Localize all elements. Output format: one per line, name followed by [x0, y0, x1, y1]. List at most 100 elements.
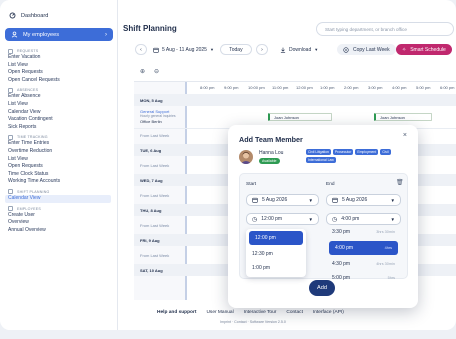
- next-week-button[interactable]: ›: [255, 44, 268, 55]
- footer-link[interactable]: Interactive Tour: [244, 310, 277, 315]
- avatar: [239, 150, 253, 164]
- time-option-duration: 3hrs 30min: [376, 230, 395, 234]
- footer-link[interactable]: User Manual: [206, 310, 233, 315]
- trash-icon[interactable]: 🗑: [396, 179, 404, 186]
- zoom-out-button[interactable]: ⊖: [154, 68, 159, 75]
- sidebar-item[interactable]: Overtime Reduction: [8, 148, 116, 156]
- sidebar-item[interactable]: Calendar View: [5, 194, 111, 203]
- time-option[interactable]: 5:00 pm 5hrs: [326, 271, 401, 285]
- today-button[interactable]: Today: [219, 44, 252, 55]
- time-option[interactable]: 1:00 pm: [246, 261, 306, 275]
- sidebar-item[interactable]: Annual Overview: [8, 227, 116, 235]
- sidebar-item[interactable]: Enter Absence: [8, 93, 116, 101]
- download-icon: [280, 47, 286, 53]
- time-option[interactable]: 3:30 pm 3hrs 30min: [326, 225, 401, 239]
- smart-schedule-button[interactable]: ✧ Smart Schedule: [396, 44, 452, 55]
- footer-link[interactable]: Interface (API): [313, 310, 344, 315]
- section-icon: [8, 48, 13, 54]
- end-label: End: [326, 182, 335, 187]
- download-button[interactable]: Download ▼: [280, 44, 318, 55]
- time-option[interactable]: 4:30 pm 4hrs 30min: [326, 257, 401, 271]
- hour-label: 6:00 pm: [440, 85, 455, 90]
- time-option[interactable]: 12:30 pm: [246, 247, 306, 261]
- copy-from-last-week[interactable]: From Last Week: [140, 133, 169, 138]
- day-label: THU, 8 Aug: [140, 208, 162, 213]
- time-option-duration: 4hrs: [384, 246, 392, 250]
- sidebar-item[interactable]: Create User: [8, 212, 116, 220]
- sidebar-item[interactable]: Working Time Accounts: [8, 178, 116, 186]
- search-input[interactable]: Start typing department, or branch offic…: [316, 22, 454, 36]
- section-icon: [8, 189, 13, 195]
- copy-from-last-week[interactable]: From Last Week: [140, 253, 169, 258]
- start-time-dropdown: 12:00 pm 12:30 pm 1:00 pm 1:30 pm: [246, 229, 306, 277]
- hour-label: 5:00 pm: [416, 85, 431, 90]
- sidebar-item[interactable]: List View: [8, 62, 116, 70]
- sidebar-item-dashboard[interactable]: Dashboard: [9, 12, 48, 19]
- skill-tag: International Law: [306, 157, 336, 163]
- copy-from-last-week[interactable]: From Last Week: [140, 163, 169, 168]
- start-date-value: 5 Aug 2026: [262, 197, 288, 203]
- time-option[interactable]: 4:00 pm 4hrs: [329, 241, 398, 255]
- chevron-down-icon: ▼: [390, 216, 395, 222]
- sidebar-item[interactable]: Sick Reports: [8, 124, 116, 132]
- clock-icon: ◷: [252, 216, 258, 223]
- employee-name: Hanna Lou: [259, 150, 284, 156]
- footer-link[interactable]: Help and support: [157, 310, 196, 315]
- time-option-label: 4:30 pm: [332, 261, 351, 267]
- sidebar-item[interactable]: Open Requests: [8, 163, 116, 171]
- sidebar-item[interactable]: Open Requests: [8, 69, 116, 77]
- sidebar-item[interactable]: List View: [8, 101, 116, 109]
- close-icon[interactable]: ×: [403, 132, 407, 139]
- time-option-label: 12:30 pm: [252, 251, 273, 257]
- sidebar-item[interactable]: Enter Vacation: [8, 54, 116, 62]
- start-time-field[interactable]: ◷ 12:00 pm ▼: [246, 213, 319, 225]
- hour-label: 8:00 pm: [200, 85, 215, 90]
- hour-label: 1:00 pm: [320, 85, 335, 90]
- end-date-field[interactable]: 5 Aug 2026 ▼: [326, 194, 401, 206]
- download-label: Download: [289, 46, 312, 53]
- sidebar-item[interactable]: Calendar View: [8, 109, 116, 117]
- sidebar-item-my-employees[interactable]: My employees ›: [5, 28, 113, 41]
- footer-link[interactable]: Contact: [286, 310, 303, 315]
- calendar-icon: [252, 197, 258, 203]
- shift-block[interactable]: Joan Johnson: [374, 113, 432, 121]
- end-time-field[interactable]: ◷ 4:00 pm ▼: [326, 213, 401, 225]
- copy-from-last-week[interactable]: From Last Week: [140, 193, 169, 198]
- time-option[interactable]: 1:30 pm: [246, 275, 306, 277]
- sidebar-item[interactable]: Overview: [8, 219, 116, 227]
- end-date-value: 5 Aug 2026: [342, 197, 368, 203]
- hour-label: 2:00 pm: [344, 85, 359, 90]
- section-title: TIME TRACKING: [17, 135, 48, 140]
- end-time-value: 4:00 pm: [341, 216, 360, 222]
- dialog-title: Add Team Member: [239, 135, 303, 144]
- sidebar-item[interactable]: Enter Time Entries: [8, 140, 116, 148]
- shift-block[interactable]: Joan Johnson: [268, 113, 332, 121]
- sidebar-item[interactable]: Open Cancel Requests: [8, 77, 116, 85]
- time-option[interactable]: 12:00 pm: [249, 231, 303, 245]
- time-option-label: 4:00 pm: [335, 245, 354, 251]
- chevron-down-icon: ▼: [308, 216, 313, 222]
- hour-label: 10:00 pm: [248, 85, 265, 90]
- section-icon: [8, 206, 13, 211]
- copy-last-week-label: Copy Last Week: [353, 46, 390, 53]
- skill-tags: Civil Litigation Prosecutor Employment Civi…: [306, 149, 414, 163]
- section-icon: [8, 87, 13, 93]
- sidebar-item[interactable]: Vacation Contingent: [8, 116, 116, 124]
- date-range-picker[interactable]: 5 Aug - 11 Aug 2025 ▼: [153, 47, 214, 53]
- sidebar-item[interactable]: List View: [8, 156, 116, 164]
- sidebar-item[interactable]: Time Clock Status: [8, 171, 116, 179]
- start-date-field[interactable]: 5 Aug 2026 ▼: [246, 194, 319, 206]
- clock-icon: ◷: [332, 216, 338, 223]
- zoom-in-button[interactable]: ⊕: [140, 68, 145, 75]
- add-button[interactable]: Add: [309, 280, 335, 296]
- skill-tag: Prosecutor: [332, 149, 354, 155]
- copy-from-last-week[interactable]: From Last Week: [140, 223, 169, 228]
- page-title: Shift Planning: [123, 24, 177, 33]
- footer-meta: Imprint · Contact · Software Version 2.5…: [220, 320, 286, 324]
- hour-label: 9:00 pm: [224, 85, 239, 90]
- section-title: EMPLOYEES: [17, 206, 41, 211]
- prev-week-button[interactable]: ‹: [135, 44, 147, 55]
- calendar-icon: [332, 197, 338, 203]
- copy-last-week-button[interactable]: Copy Last Week: [337, 44, 396, 55]
- skill-tag: Civil: [380, 149, 391, 155]
